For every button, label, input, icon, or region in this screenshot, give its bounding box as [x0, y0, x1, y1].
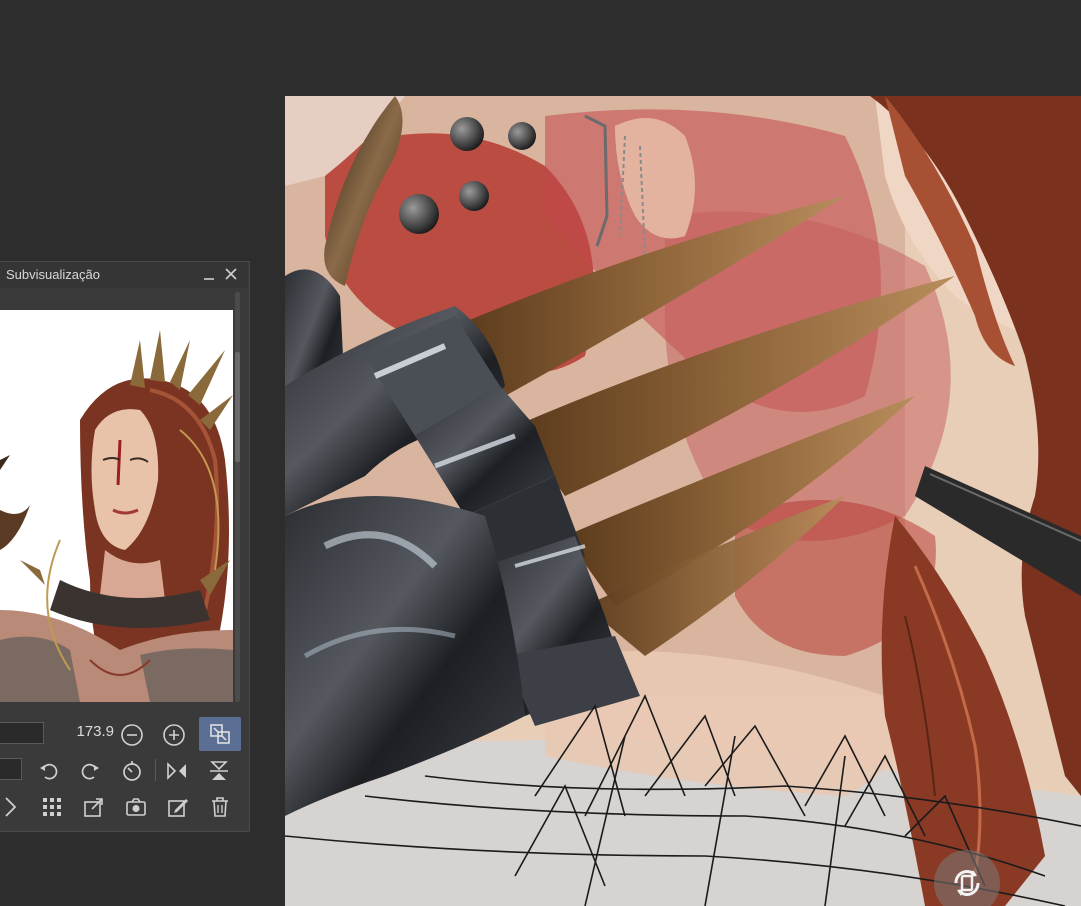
next-image-button[interactable] — [0, 794, 24, 820]
snapshot-button[interactable] — [123, 794, 149, 820]
artwork — [285, 96, 1081, 906]
import-button[interactable] — [81, 794, 107, 820]
rotate-right-icon — [81, 763, 99, 780]
camera-icon — [126, 798, 146, 816]
zoom-out-icon — [121, 724, 143, 746]
zoom-in-button[interactable] — [161, 722, 187, 748]
fit-view-button[interactable] — [199, 717, 241, 751]
rotate-left-icon — [40, 763, 58, 780]
edit-button[interactable] — [165, 794, 191, 820]
flip-vertical-button[interactable] — [206, 758, 232, 784]
grid-button[interactable] — [39, 794, 65, 820]
flip-horizontal-icon — [167, 762, 186, 780]
preview-scroll-thumb[interactable] — [235, 352, 240, 462]
panel-header[interactable]: Subvisualização — [0, 262, 248, 288]
rotation-slider[interactable] — [0, 758, 22, 780]
minimize-icon — [204, 278, 214, 280]
delete-button[interactable] — [207, 794, 233, 820]
zoom-value: 173.9 — [76, 723, 114, 740]
trash-icon — [212, 797, 228, 817]
flip-vertical-icon — [210, 761, 228, 780]
rotate-right-button[interactable] — [77, 758, 103, 784]
flip-horizontal-button[interactable] — [164, 758, 190, 784]
preview-scrollbar[interactable] — [235, 292, 240, 702]
subview-preview[interactable] — [0, 310, 233, 702]
reset-rotation-icon — [123, 761, 141, 781]
preview-artwork — [0, 310, 233, 702]
edit-icon — [168, 799, 188, 817]
main-canvas[interactable] — [285, 96, 1081, 906]
zoom-slider[interactable] — [0, 722, 44, 744]
close-button[interactable] — [222, 265, 240, 283]
toolbar-separator — [155, 759, 156, 781]
minimize-button[interactable] — [200, 265, 218, 283]
fit-view-icon — [210, 724, 230, 744]
subview-panel: Subvisualização 173.9 — [0, 261, 250, 832]
close-icon — [225, 268, 237, 280]
rotate-reset-icon — [954, 870, 980, 896]
panel-title: Subvisualização — [6, 267, 100, 282]
grid-icon — [43, 798, 61, 816]
chevron-right-icon — [5, 797, 17, 817]
workspace: Subvisualização 173.9 — [0, 0, 1081, 906]
reset-rotation-button[interactable] — [119, 758, 145, 784]
zoom-out-button[interactable] — [119, 722, 145, 748]
zoom-in-icon — [163, 724, 185, 746]
import-icon — [84, 798, 103, 817]
rotate-left-button[interactable] — [36, 758, 62, 784]
